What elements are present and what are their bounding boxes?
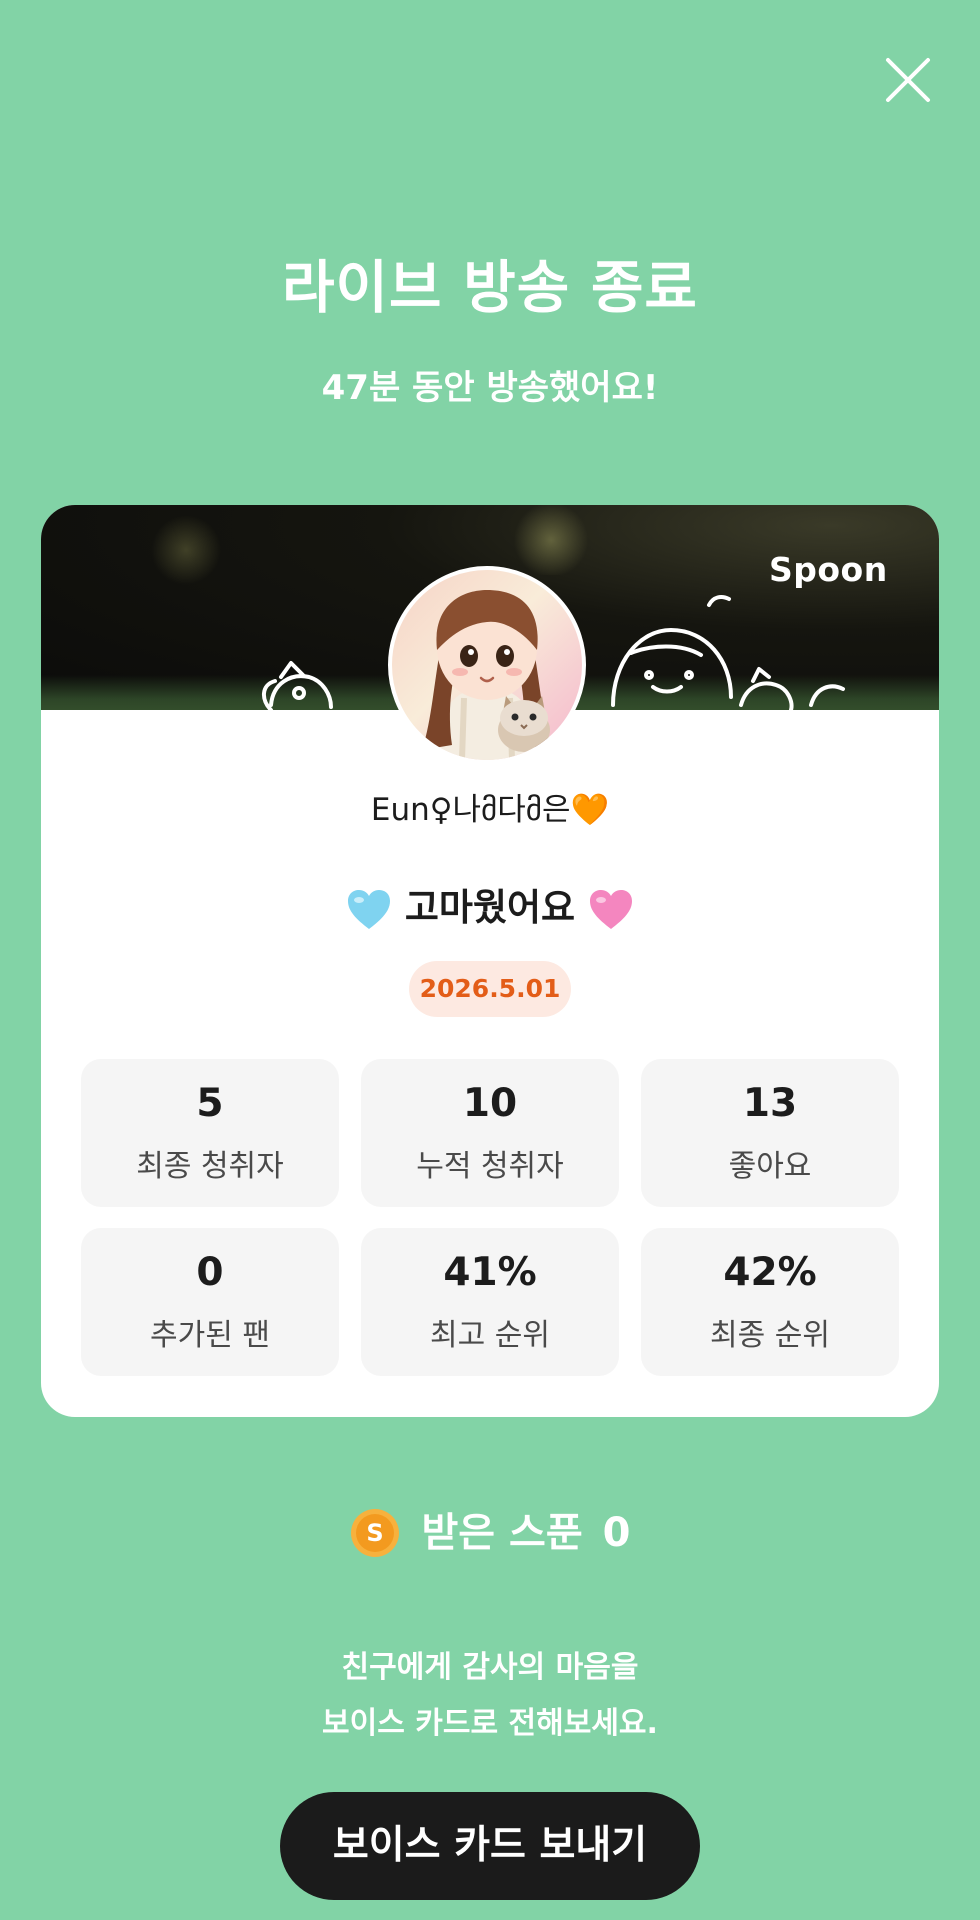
- stat-cumulative-listeners: 10 누적 청취자: [361, 1059, 619, 1207]
- thanks-message: 고마웠어요: [41, 883, 939, 933]
- avatar-image: [422, 590, 552, 760]
- stat-final-listeners: 5 최종 청취자: [81, 1059, 339, 1207]
- prompt-line: 보이스 카드로 전해보세요.: [322, 1706, 658, 1741]
- stat-value: 42%: [723, 1250, 817, 1295]
- close-icon: [886, 58, 930, 102]
- banner-light: [511, 505, 591, 575]
- stat-label: 추가된 팬: [150, 1318, 270, 1353]
- stat-value: 10: [462, 1081, 518, 1126]
- stat-label: 최종 순위: [710, 1318, 830, 1353]
- banner-light: [151, 515, 221, 585]
- voice-card-prompt: 친구에게 감사의 마음을 보이스 카드로 전해보세요.: [0, 1640, 980, 1752]
- live-end-screen: 라이브 방송 종료 47분 동안 방송했어요! Spoon Eun♀나მ다მ은🧡…: [0, 0, 980, 1920]
- send-voice-card-button[interactable]: 보이스 카드 보내기: [280, 1792, 700, 1900]
- spoon-coin-icon: S: [350, 1509, 399, 1557]
- stat-label: 최고 순위: [430, 1318, 550, 1353]
- spoons-count: 0: [602, 1510, 631, 1556]
- stat-likes: 13 좋아요: [641, 1059, 899, 1207]
- stat-value: 0: [196, 1250, 224, 1295]
- spoon-brand-logo: Spoon: [769, 550, 888, 589]
- prompt-line: 친구에게 감사의 마음을: [341, 1650, 639, 1685]
- light-blue-heart-icon: [348, 889, 390, 929]
- page-title: 라이브 방송 종료: [282, 255, 698, 321]
- date-badge: 2026.5.01: [409, 961, 571, 1017]
- stat-new-fans: 0 추가된 팬: [81, 1228, 339, 1376]
- broadcast-summary-card: Spoon Eun♀나მ다მ은🧡 고마웠어요 2026.5.01 5 최종 청취…: [41, 505, 939, 1417]
- stat-value: 41%: [443, 1250, 537, 1295]
- stat-final-rank: 42% 최종 순위: [641, 1228, 899, 1376]
- broadcast-duration: 47분 동안 방송했어요!: [321, 368, 659, 408]
- avatar[interactable]: [388, 566, 586, 764]
- stat-label: 누적 청취자: [416, 1149, 564, 1184]
- stat-value: 5: [196, 1081, 224, 1126]
- stat-label: 좋아요: [728, 1149, 812, 1184]
- stat-best-rank: 41% 최고 순위: [361, 1228, 619, 1376]
- pink-heart-icon: [589, 889, 632, 929]
- close-button[interactable]: [880, 52, 936, 108]
- thanks-text: 고마웠어요: [404, 886, 576, 929]
- coin-letter: S: [366, 1519, 383, 1547]
- received-spoons: S 받은 스푼 0: [0, 1505, 980, 1561]
- spoons-label: 받은 스푼: [421, 1510, 583, 1556]
- stat-label: 최종 청취자: [136, 1149, 284, 1184]
- stat-value: 13: [742, 1081, 798, 1126]
- streamer-nickname: Eun♀나მ다მ은🧡: [370, 792, 610, 828]
